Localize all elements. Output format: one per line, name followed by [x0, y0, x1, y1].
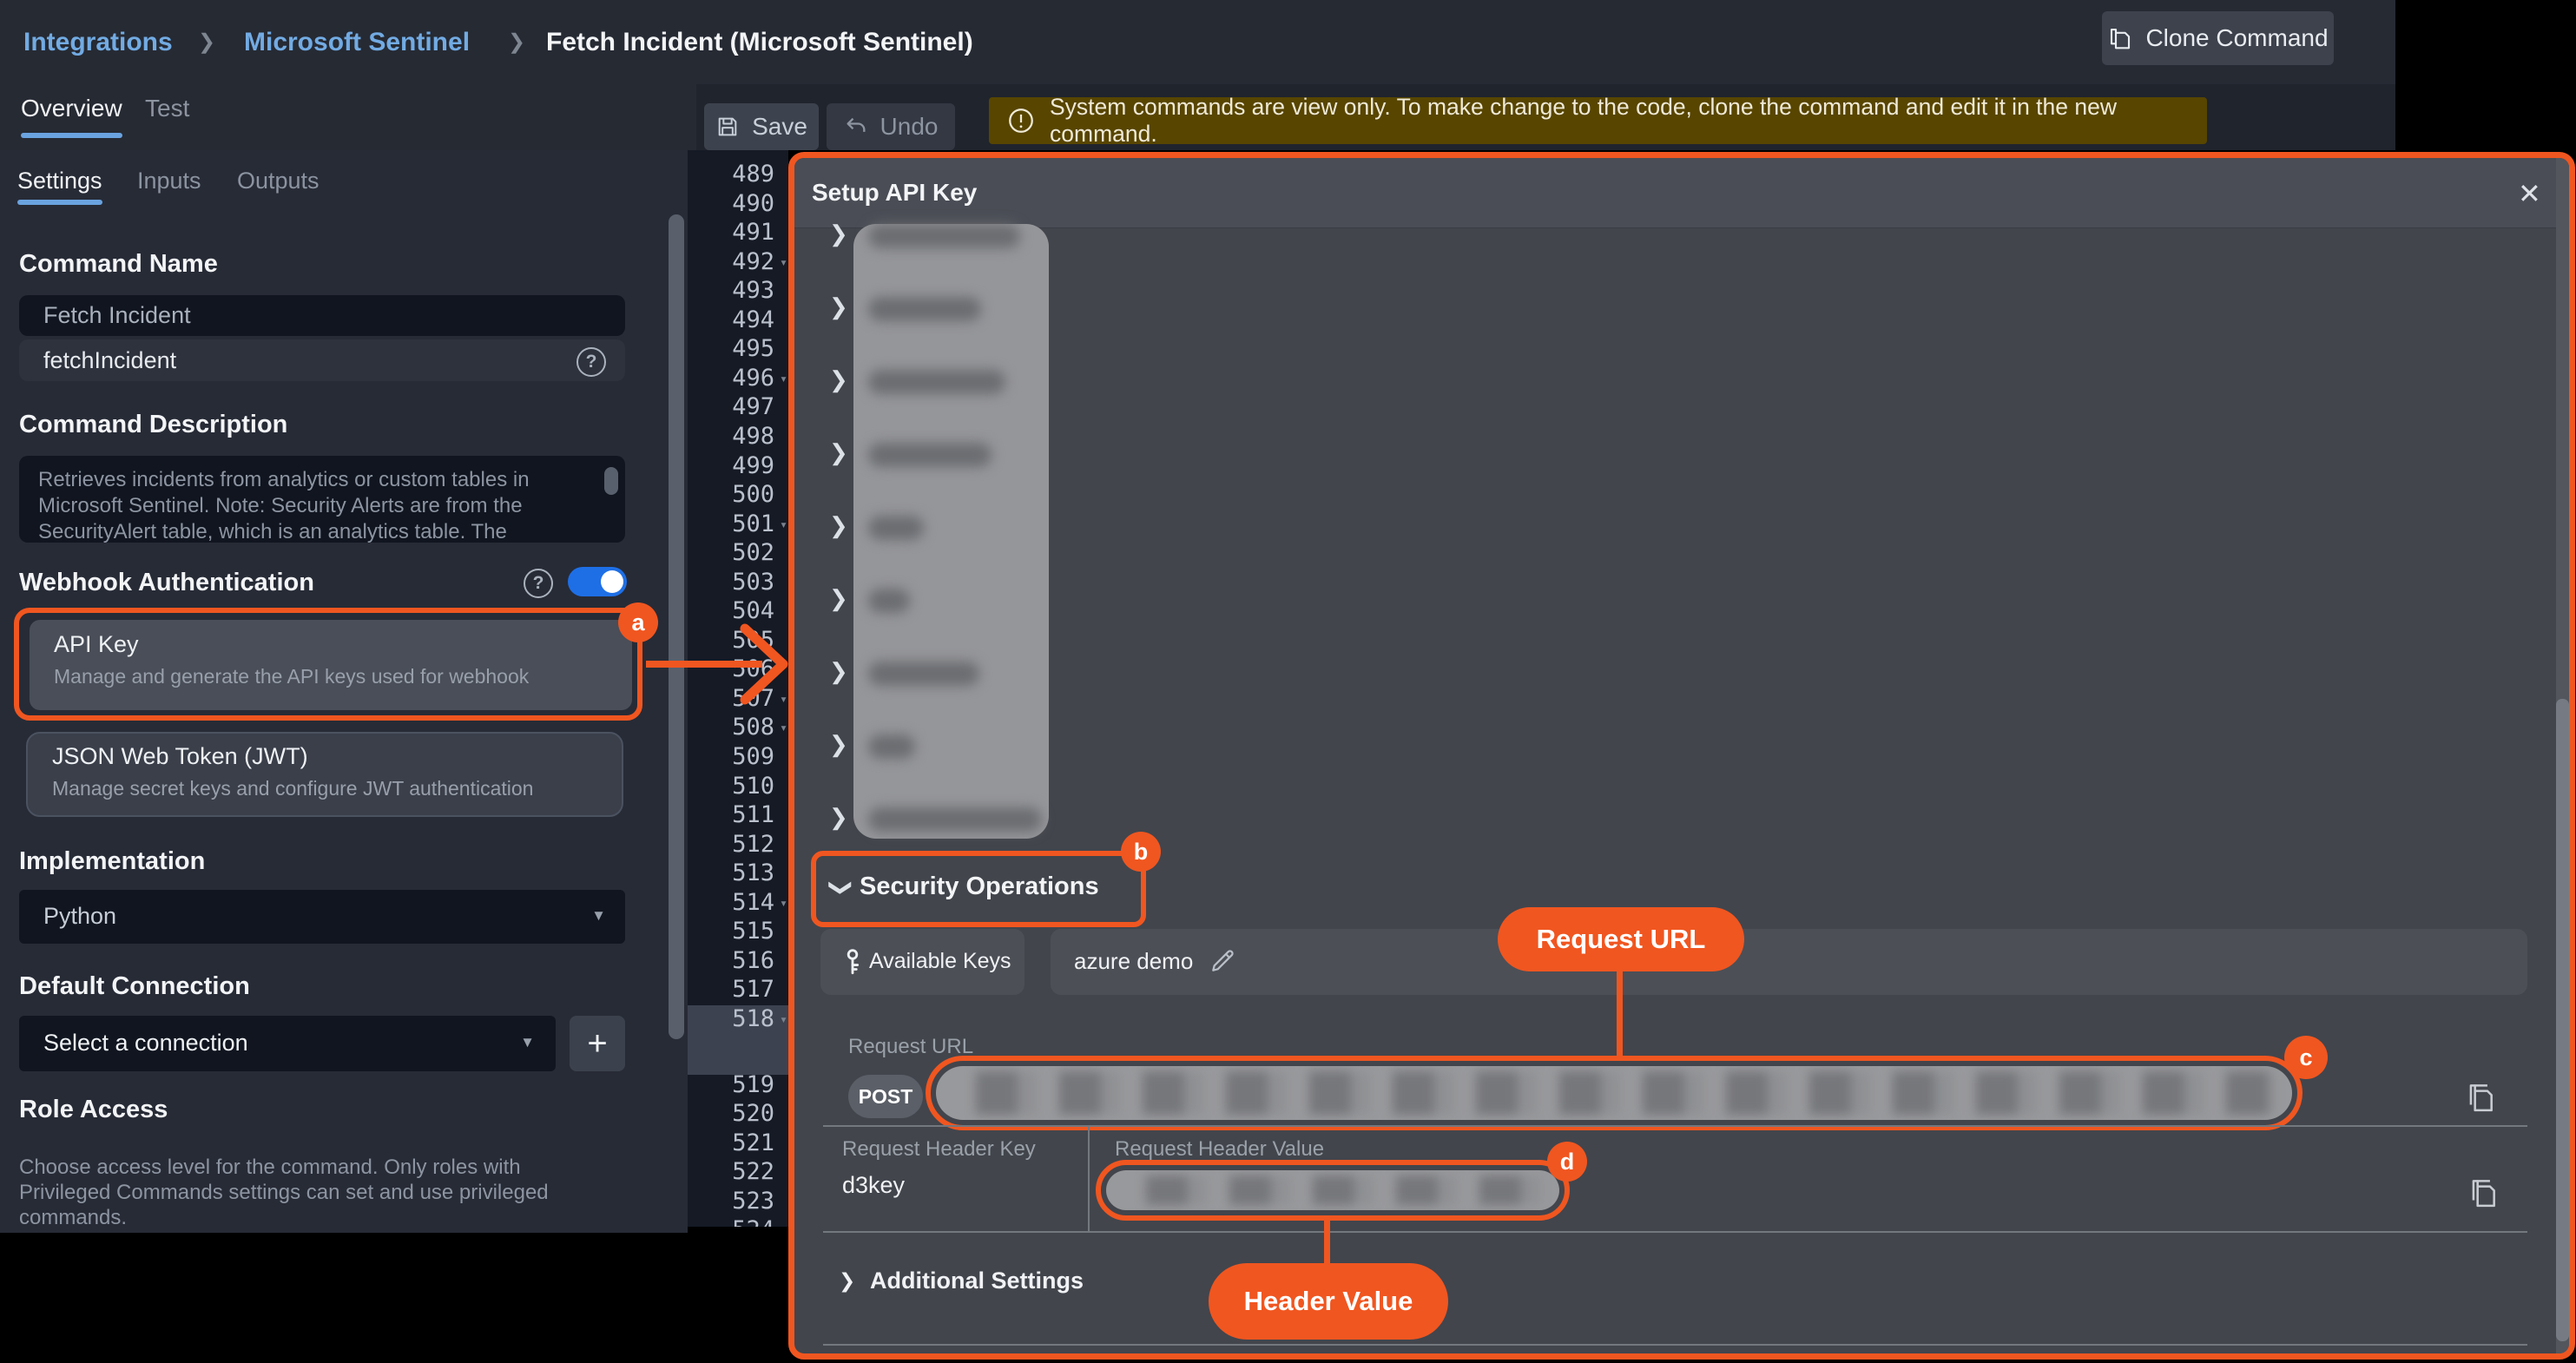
annotation-badge-c: c: [2284, 1036, 2328, 1079]
app-root: Integrations ❯ Microsoft Sentinel ❯ Fetc…: [0, 0, 2576, 1363]
annotation-arrow-a: [0, 0, 2576, 1363]
annotation-badge-b: b: [1121, 832, 1161, 872]
request-url-callout: Request URL: [1498, 907, 1744, 971]
header-value-callout-line: [1324, 1221, 1330, 1264]
request-url-callout-line: [1617, 971, 1623, 1058]
annotation-badge-a: a: [618, 602, 658, 642]
annotation-badge-d: d: [1547, 1142, 1587, 1182]
header-value-callout: Header Value: [1209, 1263, 1448, 1340]
